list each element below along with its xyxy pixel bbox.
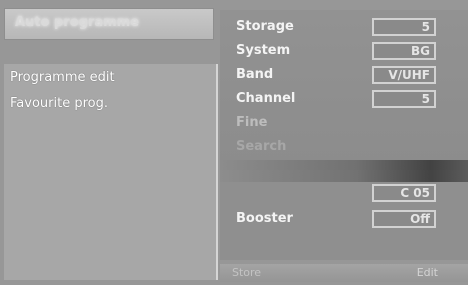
menu-item-programme-edit[interactable]: Programme edit — [10, 70, 115, 85]
menu-header-title: Auto programme — [15, 15, 140, 30]
menu-item-favourite-prog[interactable]: Favourite prog. — [10, 96, 108, 111]
band-value[interactable]: V/UHF — [372, 66, 436, 84]
channel-label: Channel — [236, 91, 296, 106]
footer-hint: Store — [232, 266, 262, 279]
channel-number-value[interactable]: C 05 — [372, 184, 436, 202]
system-value[interactable]: BG — [372, 42, 436, 60]
transition-shadow — [220, 160, 468, 184]
settings-panel: Storage 5 System BG Band V/UHF Channel 5… — [220, 10, 468, 170]
storage-label: Storage — [236, 19, 294, 34]
left-menu-panel: Programme edit Favourite prog. — [4, 64, 218, 280]
tv-osd-screen: Auto programme Programme edit Favourite … — [0, 0, 468, 285]
edit-button[interactable]: Edit — [417, 266, 438, 279]
booster-value[interactable]: Off — [372, 210, 436, 228]
booster-label: Booster — [236, 211, 293, 226]
channel-value[interactable]: 5 — [372, 90, 436, 108]
band-label: Band — [236, 67, 274, 82]
menu-header: Auto programme — [4, 8, 214, 40]
footer-bar: Store Edit — [220, 264, 468, 282]
search-label[interactable]: Search — [236, 139, 286, 154]
system-label: System — [236, 43, 291, 58]
booster-panel: C 05 Booster Off — [220, 182, 468, 260]
fine-label[interactable]: Fine — [236, 115, 267, 130]
storage-value[interactable]: 5 — [372, 18, 436, 36]
